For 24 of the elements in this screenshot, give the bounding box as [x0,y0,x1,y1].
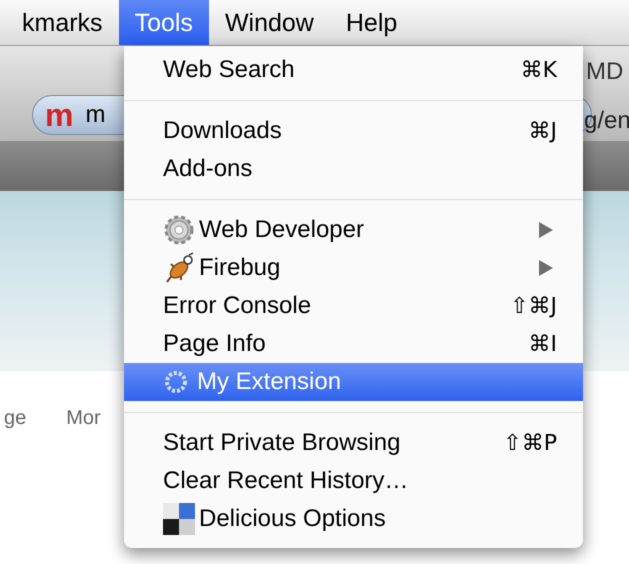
url-text: m [85,100,106,130]
menu-item[interactable]: Web Search ⌘K [124,51,583,89]
gear-icon [163,369,189,395]
url-text: g/en [584,106,629,136]
menu-item[interactable]: Page Info ⌘I [124,325,583,363]
menu-item[interactable]: Error Console ⇧⌘J [124,287,583,325]
nav-link[interactable]: Mor [66,403,101,433]
menu-item[interactable]: My Extension [124,363,583,401]
nav-link[interactable]: ge [4,403,26,433]
menu-item[interactable]: Web Developer [124,211,583,249]
menu-bar-item[interactable]: Tools [118,0,209,45]
menu-bar-item[interactable]: Help [330,0,414,45]
menu-item[interactable]: Downloads ⌘J [124,112,583,150]
site-logo: m [45,99,74,131]
menu-item[interactable]: Add-ons [124,150,583,188]
menu-item[interactable]: Delicious Options [124,500,583,538]
menu-bar-item[interactable]: kmarks [6,0,119,45]
menu-item[interactable]: Start Private Browsing ⇧⌘P [124,424,583,462]
gear-icon [163,214,195,246]
menu-item[interactable]: Firebug [124,249,583,287]
menu-item[interactable]: Clear Recent History… [124,462,583,500]
menu-bar-item[interactable]: Window [208,0,330,45]
squares-icon [163,503,195,535]
tab-title: MD [586,57,624,87]
